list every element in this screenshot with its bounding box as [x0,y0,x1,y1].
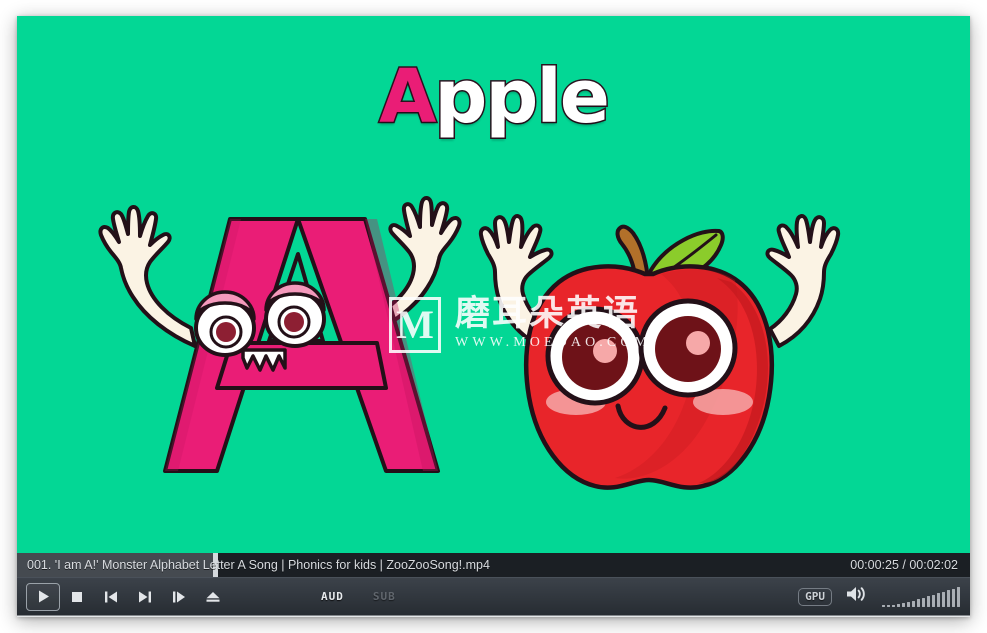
previous-button[interactable] [94,583,128,611]
screen-root: Apple [0,0,987,633]
player-control-bar: AUD SUB GPU [17,577,970,617]
volume-speaker-icon[interactable] [846,585,868,608]
track-selectors: AUD SUB [317,578,400,615]
frame-step-icon [171,590,187,604]
audio-track-button[interactable]: AUD [317,588,348,605]
eject-button[interactable] [196,583,230,611]
stop-icon [70,590,84,604]
play-icon [36,589,51,604]
right-controls: GPU [798,578,960,615]
apple-character-group [481,216,838,488]
volume-slider[interactable] [882,587,960,607]
video-surface[interactable]: Apple [17,16,970,553]
character-stage [17,16,970,553]
time-display: 00:00:25 / 00:02:02 [850,553,958,577]
eject-icon [205,590,221,603]
skip-next-icon [137,590,153,604]
frame-step-button[interactable] [162,583,196,611]
seek-bar[interactable]: 001. 'I am A!' Monster Alphabet Letter A… [17,553,970,577]
subtitle-track-button[interactable]: SUB [369,588,400,605]
media-player-window: Apple [17,16,970,617]
next-button[interactable] [128,583,162,611]
skip-previous-icon [103,590,119,604]
gpu-indicator[interactable]: GPU [798,588,832,606]
transport-controls [26,578,230,615]
stop-button[interactable] [60,583,94,611]
media-title: 001. 'I am A!' Monster Alphabet Letter A… [27,553,490,577]
letter-a-monster-group [100,198,459,471]
character-illustration [17,16,970,553]
play-button[interactable] [26,583,60,611]
